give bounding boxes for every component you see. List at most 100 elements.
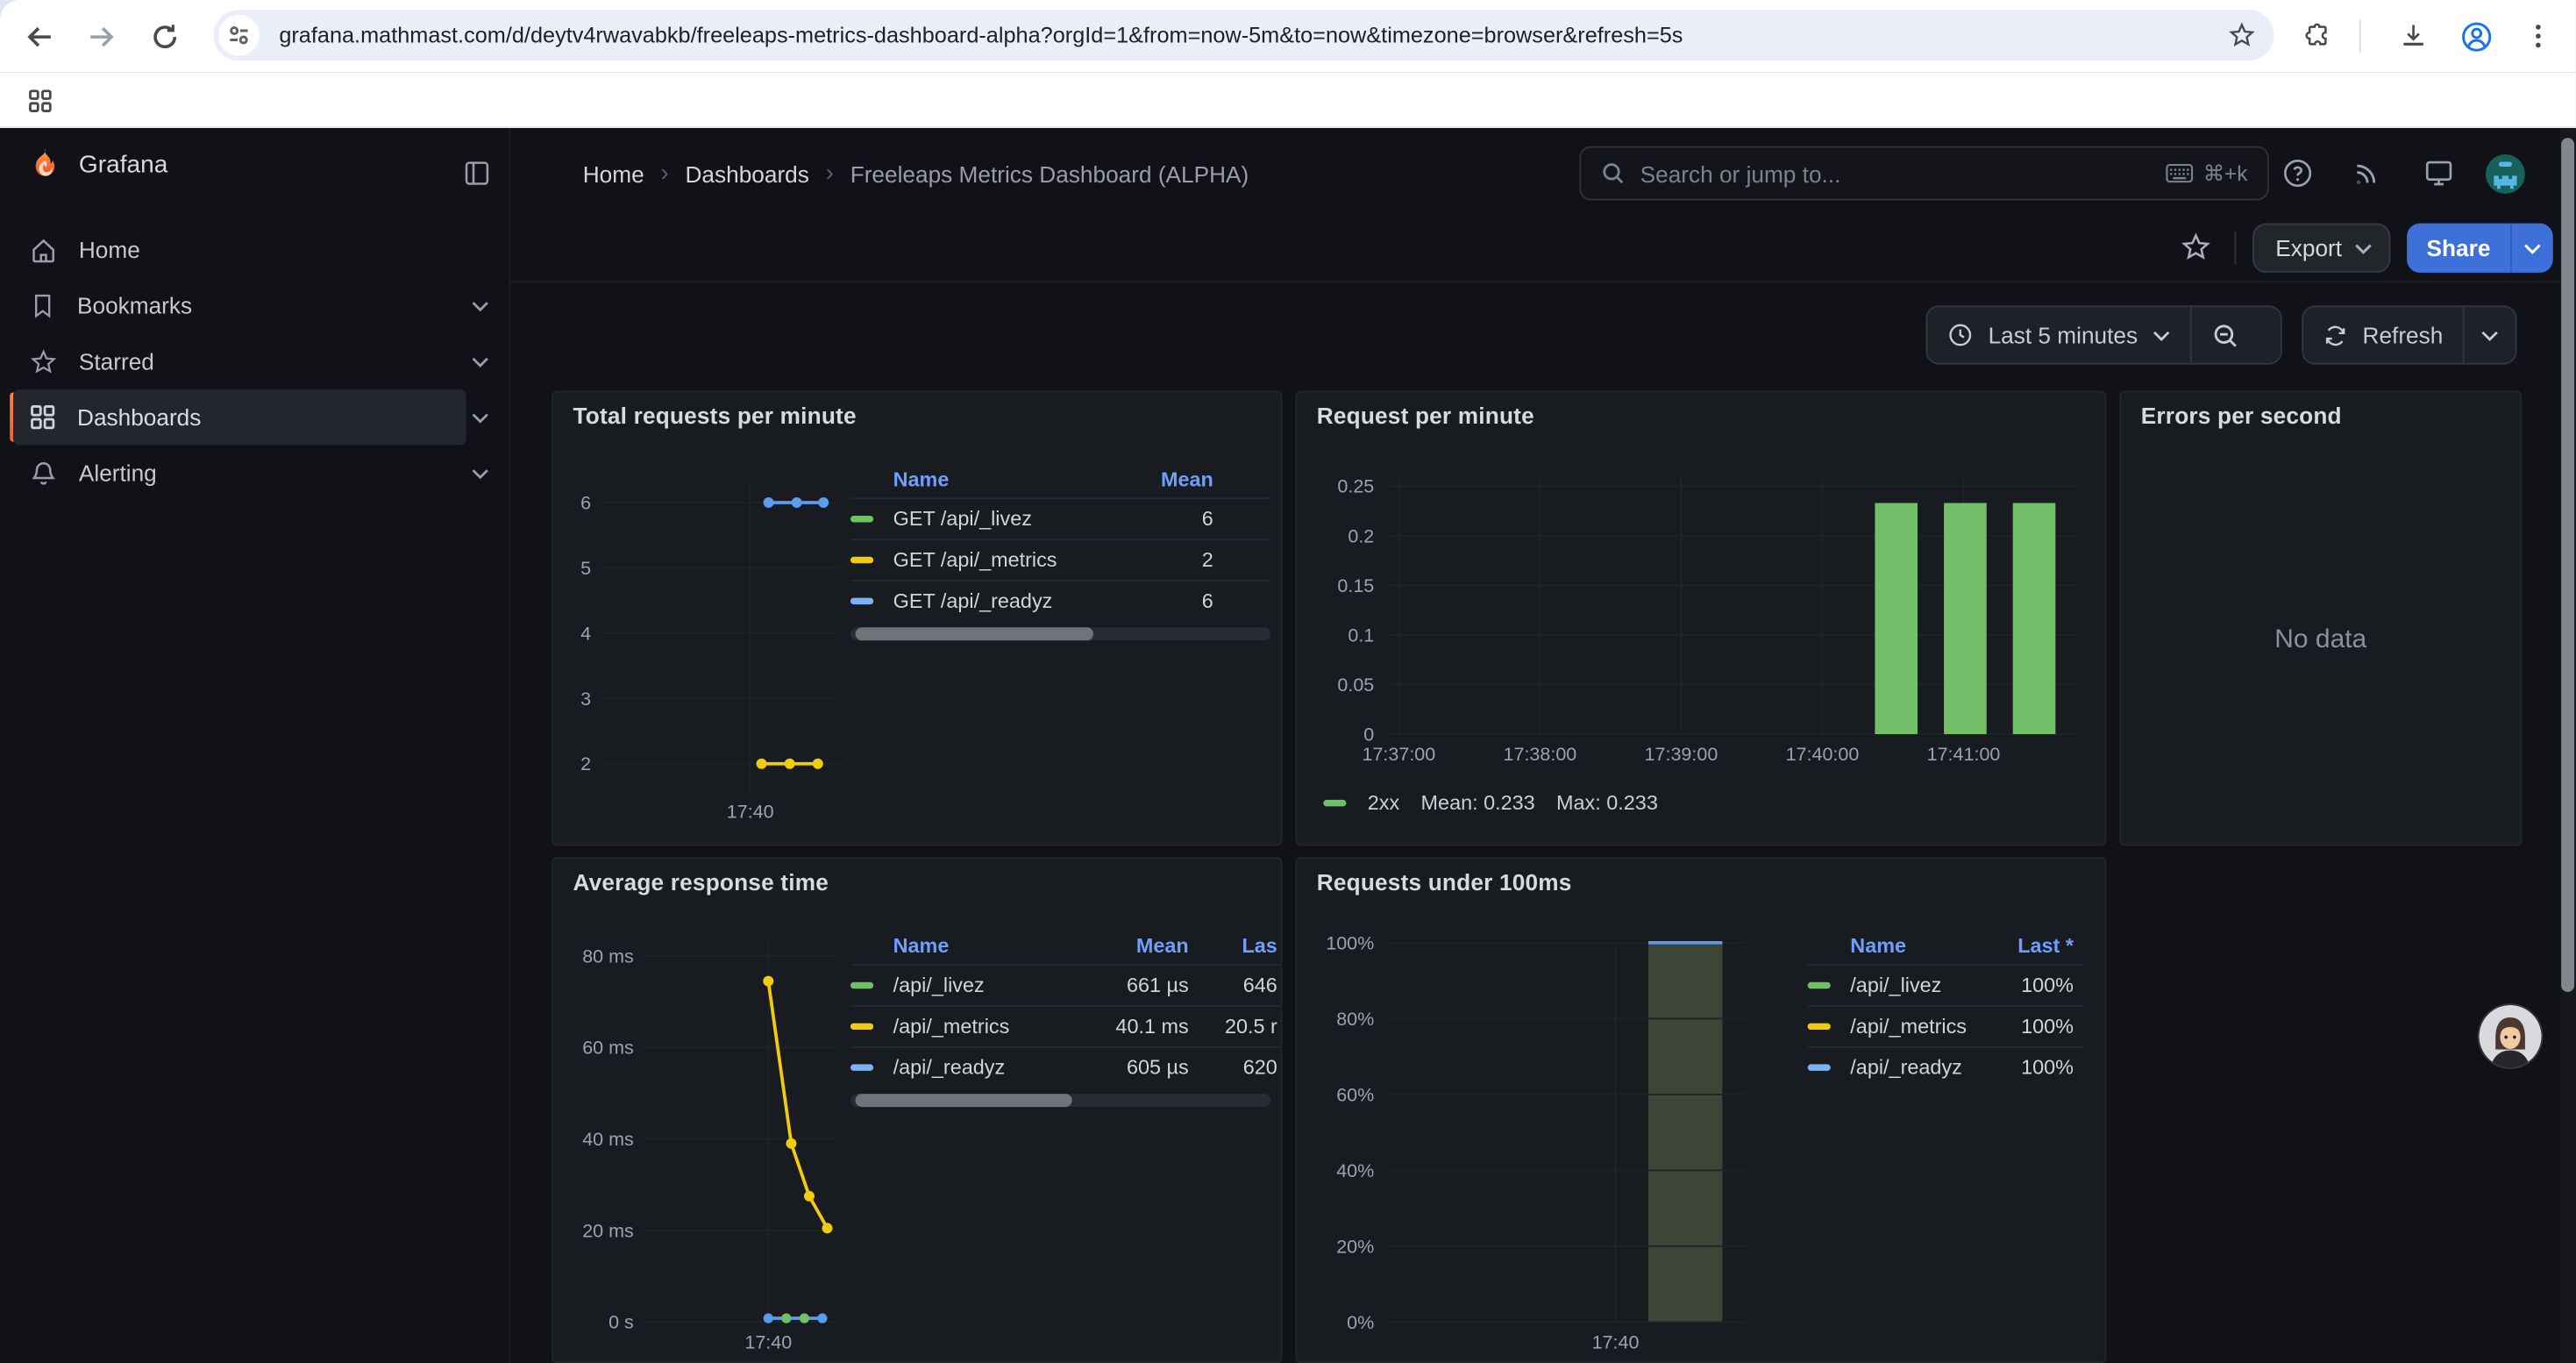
chart-legend: 2xx Mean: 0.233 Max: 0.233: [1323, 792, 1658, 815]
series-name[interactable]: GET /api/_readyz: [893, 589, 1133, 612]
legend-row[interactable]: /api/_livez 100%: [1808, 964, 2084, 1005]
breadcrumb-home[interactable]: Home: [583, 161, 644, 187]
downloads-button[interactable]: [2390, 13, 2436, 59]
user-avatar[interactable]: [2486, 154, 2525, 194]
legend-row[interactable]: /api/_readyz 605 µs 620: [850, 1046, 1281, 1088]
breadcrumb-dashboards[interactable]: Dashboards: [686, 161, 809, 187]
address-bar[interactable]: grafana.mathmast.com/d/deytv4rwavabkb/fr…: [213, 10, 2274, 61]
export-button[interactable]: Export: [2252, 224, 2391, 273]
apps-grid-button[interactable]: [17, 77, 62, 123]
col-name[interactable]: Name: [1850, 934, 1998, 957]
col-name[interactable]: Name: [893, 934, 1080, 957]
series-name[interactable]: GET /api/_metrics: [893, 548, 1133, 571]
help-button[interactable]: [2266, 141, 2328, 203]
svg-text:0.2: 0.2: [1348, 525, 1374, 546]
svg-text:4: 4: [580, 623, 591, 644]
series-mean: 661 µs: [1080, 974, 1189, 996]
panel-average-response-time[interactable]: Average response time 80 ms60 ms40 ms20 …: [551, 857, 1282, 1363]
floating-assistant-avatar[interactable]: [2479, 1005, 2541, 1067]
sidebar-divider: [509, 128, 510, 1363]
series-mean: 40.1 ms: [1080, 1015, 1189, 1038]
series-name[interactable]: /api/_readyz: [1850, 1056, 1998, 1079]
profile-button[interactable]: [2453, 13, 2499, 59]
share-label: Share: [2407, 224, 2510, 273]
mega-menu-dock-button[interactable]: [458, 154, 494, 190]
search-placeholder: Search or jump to...: [1640, 161, 2166, 187]
legend-row[interactable]: /api/_metrics 100%: [1808, 1005, 2084, 1046]
breadcrumb: Home › Dashboards › Freeleaps Metrics Da…: [583, 128, 1249, 218]
sidebar-item-dashboards[interactable]: Dashboards: [13, 389, 466, 446]
grafana-logo-icon: [26, 146, 64, 184]
series-last: 100%: [1998, 1056, 2083, 1079]
sidebar-item-bookmarks[interactable]: Bookmarks: [13, 277, 466, 333]
bookmark-star-button[interactable]: [2224, 18, 2259, 53]
site-settings-chip[interactable]: [218, 15, 260, 56]
star-outline-icon: [2228, 21, 2256, 49]
panel-total-requests[interactable]: Total requests per minute 6543217:40 Nam…: [551, 391, 1282, 846]
series-name[interactable]: /api/_readyz: [893, 1056, 1080, 1079]
news-button[interactable]: [2337, 141, 2399, 203]
series-name[interactable]: /api/_livez: [1850, 974, 1998, 996]
series-name[interactable]: /api/_livez: [893, 974, 1080, 996]
zoom-out-button[interactable]: [2192, 307, 2259, 363]
legend-scrollbar[interactable]: [850, 1094, 1270, 1107]
series-name[interactable]: 2xx: [1368, 792, 1399, 815]
col-last[interactable]: Las: [1189, 934, 1281, 957]
legend-row[interactable]: /api/_readyz 100%: [1808, 1046, 2084, 1088]
scrollbar-thumb[interactable]: [856, 627, 1094, 640]
panel-requests-under-100ms[interactable]: Requests under 100ms 100%80%60%40%20%0%1…: [1295, 857, 2106, 1363]
extensions-button[interactable]: [2295, 13, 2341, 59]
series-name[interactable]: GET /api/_livez: [893, 508, 1133, 531]
refresh-interval-button[interactable]: [2465, 307, 2516, 363]
col-name[interactable]: Name: [893, 468, 1133, 491]
sidebar-expand-dashboards[interactable]: [459, 389, 499, 446]
legend-scrollbar[interactable]: [850, 627, 1270, 640]
col-mean[interactable]: Mean: [1133, 468, 1270, 491]
page-scrollbar-thumb[interactable]: [2561, 138, 2574, 992]
sidebar-expand-bookmarks[interactable]: [459, 277, 499, 333]
time-range-picker[interactable]: Last 5 minutes: [1927, 307, 2190, 363]
col-last[interactable]: Last *: [1998, 934, 2083, 957]
refresh-controls: Refresh: [2302, 305, 2516, 364]
svg-text:3: 3: [580, 689, 591, 710]
sidebar-item-label: Alerting: [79, 460, 157, 486]
legend-row[interactable]: /api/_metrics 40.1 ms 20.5 r: [850, 1005, 1281, 1046]
sidebar-expand-starred[interactable]: [459, 333, 499, 389]
panel-errors-per-second[interactable]: Errors per second No data: [2119, 391, 2522, 846]
legend-row[interactable]: /api/_livez 661 µs 646: [850, 964, 1281, 1005]
url-text[interactable]: grafana.mathmast.com/d/deytv4rwavabkb/fr…: [279, 10, 1683, 61]
series-color-pill: [850, 1024, 873, 1030]
panel-title[interactable]: Errors per second: [2141, 403, 2342, 429]
legend-row[interactable]: GET /api/_metrics 2: [850, 539, 1270, 580]
sidebar-item-starred[interactable]: Starred: [13, 333, 466, 389]
col-mean[interactable]: Mean: [1080, 934, 1189, 957]
refresh-button[interactable]: Refresh: [2303, 307, 2463, 363]
star-outline-icon: [2180, 231, 2211, 262]
svg-text:0.1: 0.1: [1348, 624, 1374, 646]
series-name[interactable]: /api/_metrics: [1850, 1015, 1998, 1038]
keyboard-icon: [2166, 162, 2194, 183]
series-name[interactable]: /api/_metrics: [893, 1015, 1080, 1038]
sidebar-item-alerting[interactable]: Alerting: [13, 445, 466, 501]
share-button[interactable]: Share: [2407, 224, 2553, 273]
legend-row[interactable]: GET /api/_readyz 6: [850, 580, 1270, 621]
browser-menu-button[interactable]: [2516, 13, 2561, 59]
share-menu-button[interactable]: [2510, 224, 2553, 273]
display-button[interactable]: [2407, 141, 2469, 203]
svg-text:0: 0: [1363, 724, 1374, 745]
sidebar-expand-alerting[interactable]: [459, 445, 499, 501]
legend-row[interactable]: GET /api/_livez 6: [850, 497, 1270, 539]
sidebar-item-home[interactable]: Home: [13, 222, 466, 278]
browser-forward-button[interactable]: [77, 13, 123, 59]
browser-back-button[interactable]: [17, 13, 62, 59]
svg-text:17:40:00: 17:40:00: [1786, 744, 1860, 765]
refresh-label: Refresh: [2363, 322, 2444, 348]
panel-request-per-minute[interactable]: Request per minute 0.250.20.150.10.05017…: [1295, 391, 2106, 846]
scrollbar-thumb[interactable]: [856, 1094, 1072, 1107]
grafana-brand[interactable]: Grafana: [26, 146, 167, 184]
favorite-dashboard-button[interactable]: [2177, 228, 2213, 264]
search-input[interactable]: Search or jump to... ⌘+k: [1579, 146, 2268, 201]
svg-text:17:41:00: 17:41:00: [1927, 744, 2001, 765]
browser-reload-button[interactable]: [141, 13, 187, 59]
svg-text:80 ms: 80 ms: [582, 946, 634, 967]
